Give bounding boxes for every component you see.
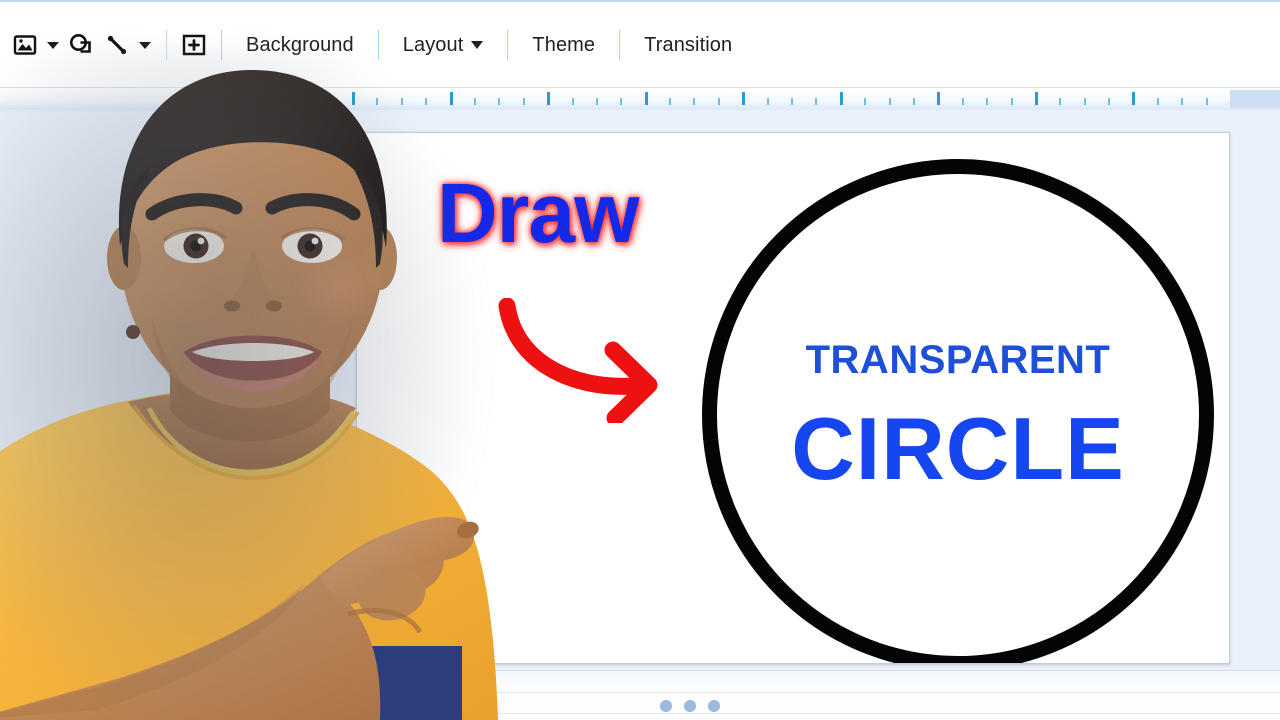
speaker-notes-handle[interactable] — [660, 700, 720, 712]
insert-textbox-icon[interactable] — [177, 22, 211, 68]
toolbar-divider — [221, 30, 222, 60]
ruler-tick-minor — [571, 98, 574, 105]
ruler-tick-major — [839, 92, 843, 105]
handle-dot — [684, 700, 696, 712]
toolbar-divider — [377, 30, 379, 60]
workspace: Draw TRANSPARENT CIRCLE — [0, 110, 1280, 670]
slides-app-window: Background Layout Theme Transition Draw — [0, 0, 1280, 720]
ruler-tick-minor — [400, 98, 403, 105]
insert-image-icon[interactable] — [8, 22, 42, 68]
caret-down-icon — [47, 41, 59, 49]
insert-shape-glyph — [70, 34, 91, 53]
ruler-inactive-region — [1230, 90, 1280, 108]
handle-dot — [708, 700, 720, 712]
transparent-circle-shape[interactable] — [702, 159, 1214, 663]
ruler-tick-minor — [766, 98, 769, 105]
ruler-tick-major — [742, 92, 746, 105]
ruler-tick-minor — [1059, 98, 1062, 105]
insert-image-dropdown-caret[interactable] — [42, 22, 64, 68]
ruler-tick-minor — [815, 98, 818, 105]
ruler-tick-minor — [912, 98, 915, 105]
ruler-tick-major — [352, 92, 355, 105]
ruler-tick-major — [1132, 92, 1136, 105]
ruler-tick-minor — [1156, 98, 1159, 105]
ruler-tick-major — [547, 92, 551, 105]
ruler-tick-major — [1034, 92, 1038, 105]
ruler-tick-minor — [986, 98, 989, 105]
ruler-tick-minor — [1181, 98, 1184, 105]
ruler-tick-minor — [717, 98, 720, 105]
ruler-tick-minor — [473, 98, 476, 105]
slide-canvas[interactable]: Draw TRANSPARENT CIRCLE — [356, 132, 1230, 664]
toolbar-divider — [166, 30, 167, 60]
ruler-tick-minor — [498, 98, 501, 105]
toolbar-menu-group: Background Layout Theme Transition — [232, 2, 746, 88]
ruler-tick-major — [644, 92, 648, 105]
toolbar-insert-group — [8, 2, 211, 88]
menu-background[interactable]: Background — [232, 22, 368, 68]
horizontal-ruler[interactable] — [352, 90, 1230, 108]
ruler-tick-minor — [961, 98, 964, 105]
menu-theme-label: Theme — [532, 33, 596, 56]
headline-draw[interactable]: Draw — [437, 171, 639, 255]
ruler-tick-minor — [620, 98, 623, 105]
ruler-tick-minor — [376, 98, 379, 105]
ruler-tick-minor — [425, 98, 428, 105]
ruler-tick-minor — [693, 98, 696, 105]
ruler-tick-minor — [595, 98, 598, 105]
ruler-tick-minor — [864, 98, 867, 105]
ruler-tick-minor — [669, 98, 672, 105]
menu-background-label: Background — [246, 33, 354, 56]
ruler-tick-minor — [1083, 98, 1086, 105]
chevron-down-icon — [471, 41, 484, 49]
menu-theme[interactable]: Theme — [518, 22, 609, 68]
insert-line-glyph — [107, 35, 127, 55]
handle-dot — [660, 700, 672, 712]
bottom-divider-upper — [0, 692, 1280, 693]
toolbar-divider — [507, 30, 509, 60]
caret-down-icon — [139, 41, 151, 49]
menu-layout[interactable]: Layout — [389, 22, 498, 68]
insert-image-glyph — [13, 35, 37, 55]
insert-shape-icon[interactable] — [64, 22, 100, 68]
bottom-divider-lower — [0, 713, 1280, 714]
insert-line-dropdown-caret[interactable] — [134, 22, 156, 68]
menu-transition[interactable]: Transition — [630, 22, 746, 68]
ruler-tick-minor — [791, 98, 793, 105]
ruler-tick-minor — [888, 98, 891, 105]
menu-transition-label: Transition — [644, 33, 733, 56]
ruler-tick-major — [449, 92, 453, 105]
ruler-tick-minor — [1108, 98, 1111, 105]
curved-red-arrow-icon[interactable] — [497, 298, 697, 423]
insert-textbox-glyph — [182, 34, 206, 56]
ruler-tick-minor — [1010, 98, 1013, 105]
toolbar: Background Layout Theme Transition — [0, 0, 1280, 88]
menu-layout-label: Layout — [402, 33, 464, 56]
insert-line-icon[interactable] — [100, 22, 134, 68]
toolbar-divider — [619, 30, 621, 60]
ruler-tick-minor — [522, 98, 525, 105]
ruler-tick-major — [937, 92, 941, 105]
ruler-tick-minor — [1205, 98, 1208, 105]
